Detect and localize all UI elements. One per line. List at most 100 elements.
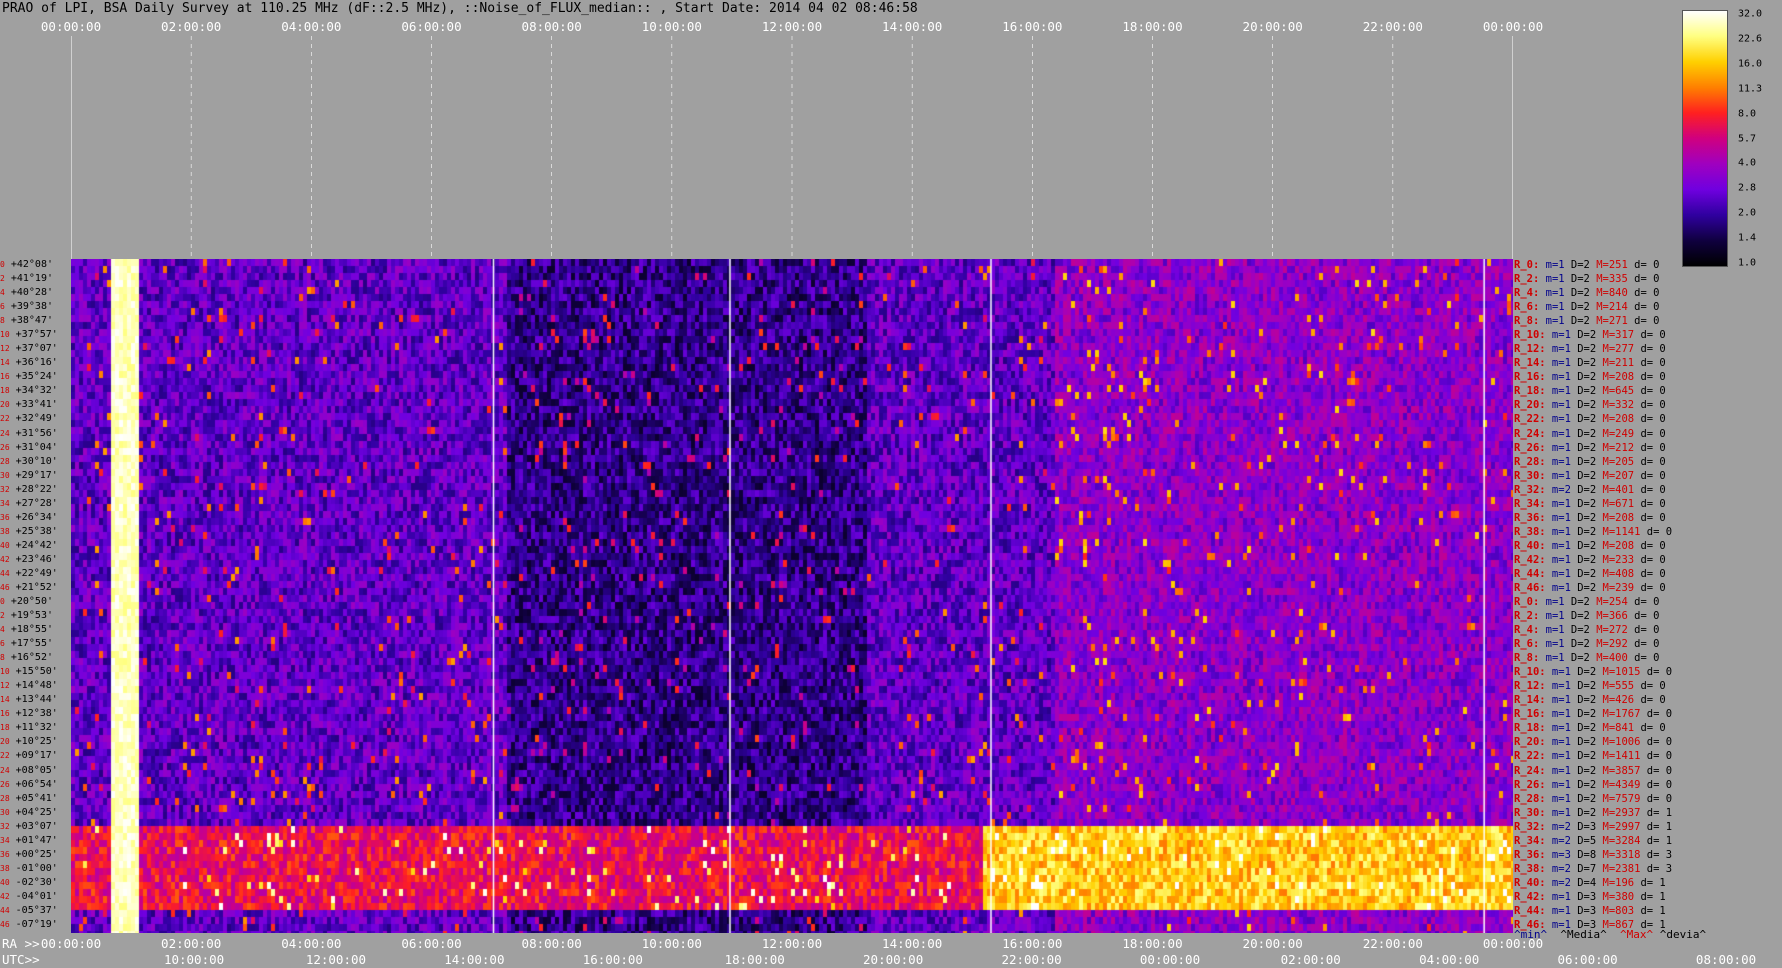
declination-label: 8 +16°52' — [0, 653, 71, 663]
row-max: M=211 — [1596, 357, 1635, 370]
row-deviation: d= 1 — [1640, 806, 1673, 819]
row-index: 30 — [0, 807, 10, 817]
row-min: m=1 — [1545, 357, 1571, 370]
row-deviation: d= 0 — [1634, 441, 1666, 454]
declination-value: +15°50' — [9, 666, 58, 678]
row-stats: R_16: m=1 D=2 M=1767 d= 0 — [1514, 709, 1672, 720]
row-stats: R_36: m=3 D=8 M=3318 d= 3 — [1514, 848, 1672, 861]
row-max: M=251 — [1589, 259, 1628, 271]
row-median: D=2 — [1570, 666, 1597, 679]
row-median: D=2 — [1570, 553, 1597, 566]
row-deviation: d= 0 — [1634, 371, 1666, 384]
row-deviation: d= 0 — [1634, 427, 1666, 440]
row-name: R_14: — [1514, 357, 1546, 370]
row-max: M=426 — [1596, 694, 1635, 707]
row-max: M=2937 — [1596, 806, 1641, 819]
row-name: R_46: — [1514, 581, 1546, 594]
row-min: m=1 — [1545, 343, 1571, 356]
declination-value: +16°52' — [4, 652, 53, 664]
row-stats: R_16: m=1 D=2 M=208 d= 0 — [1514, 372, 1666, 383]
row-stats: R_14: m=1 D=2 M=211 d= 0 — [1514, 358, 1666, 369]
row-deviation: d= 0 — [1627, 624, 1660, 637]
row-max: M=380 — [1596, 890, 1635, 903]
row-max: M=645 — [1596, 385, 1635, 398]
row-stats: R_32: m=2 D=2 M=401 d= 0 — [1514, 484, 1666, 496]
declination-label: 4 +40°28' — [0, 288, 71, 298]
row-max: M=233 — [1596, 553, 1635, 566]
declination-label: 42 +23°46' — [0, 554, 71, 565]
row-index: 26 — [0, 442, 10, 452]
row-deviation: d= 0 — [1640, 666, 1673, 679]
row-name: R_42: — [1514, 890, 1546, 903]
row-index: 12 — [0, 344, 10, 354]
legend-min: ^min^ — [1514, 928, 1548, 941]
row-min: m=1 — [1545, 806, 1571, 819]
row-deviation: d= 0 — [1634, 722, 1666, 735]
declination-value: +38°47' — [4, 315, 53, 327]
top-tick-label: 18:00:00 — [1122, 19, 1183, 34]
declination-value: +00°25' — [9, 848, 58, 860]
declination-value: +14°48' — [9, 680, 58, 692]
row-index: 18 — [0, 386, 10, 396]
row-deviation: d= 0 — [1640, 736, 1673, 749]
declination-label: 14 +13°44' — [0, 695, 71, 705]
ra-tick-label: 10:00:00 — [641, 936, 702, 951]
row-name: R_36: — [1514, 848, 1546, 861]
row-median: D=2 — [1570, 385, 1597, 398]
row-min: m=1 — [1545, 371, 1571, 384]
row-stats: R_26: m=1 D=2 M=212 d= 0 — [1514, 441, 1666, 454]
row-stats: R_36: m=1 D=2 M=208 d= 0 — [1514, 511, 1666, 524]
row-max: M=271 — [1589, 315, 1628, 328]
row-max: M=196 — [1596, 876, 1635, 889]
declination-value: -02°30' — [9, 876, 58, 888]
row-index: 36 — [0, 512, 10, 522]
chart-title: PRAO of LPI, BSA Daily Survey at 110.25 … — [2, 1, 918, 16]
row-stats: R_8: m=1 D=2 M=400 d= 0 — [1514, 653, 1659, 664]
row-min: m=2 — [1545, 876, 1571, 889]
top-tick-label: 20:00:00 — [1242, 19, 1303, 34]
declination-label: 38 +25°38' — [0, 525, 71, 537]
declination-value: -05°37' — [9, 904, 58, 916]
row-name: R_28: — [1514, 455, 1546, 468]
row-deviation: d= 0 — [1634, 567, 1666, 580]
row-index: 20 — [0, 400, 10, 410]
row-median: D=2 — [1570, 511, 1597, 524]
row-min: m=1 — [1545, 427, 1571, 440]
row-max: M=254 — [1589, 596, 1628, 608]
row-deviation: d= 1 — [1634, 904, 1666, 917]
row-max: M=3284 — [1596, 834, 1641, 847]
row-name: R_26: — [1514, 778, 1546, 791]
row-name: R_12: — [1514, 680, 1546, 693]
row-stats: R_2: m=1 D=2 M=366 d= 0 — [1514, 611, 1659, 622]
declination-value: +03°07' — [9, 820, 58, 832]
row-min: m=1 — [1539, 315, 1565, 328]
row-name: R_16: — [1514, 708, 1546, 721]
row-median: D=2 — [1570, 778, 1597, 791]
row-stats: R_12: m=1 D=2 M=555 d= 0 — [1514, 681, 1666, 692]
row-median: D=4 — [1570, 876, 1597, 889]
row-median: D=2 — [1570, 806, 1597, 819]
row-deviation: d= 0 — [1640, 778, 1673, 791]
legend-devia: ^devia^ — [1659, 928, 1707, 941]
row-min: m=1 — [1539, 301, 1565, 314]
row-name: R_16: — [1514, 371, 1546, 384]
declination-value: -04°01' — [9, 890, 58, 902]
utc-tick-label: 12:00:00 — [305, 952, 367, 967]
row-index: 32 — [0, 821, 10, 831]
row-deviation: d= 0 — [1640, 708, 1673, 721]
row-name: R_4: — [1514, 624, 1540, 637]
row-min: m=3 — [1545, 848, 1571, 861]
row-stats: R_38: m=1 D=2 M=1141 d= 0 — [1514, 526, 1672, 538]
top-tick-label: 00:00:00 — [1482, 19, 1544, 34]
row-min: m=1 — [1545, 399, 1571, 412]
declination-value: +25°38' — [9, 525, 58, 537]
row-min: m=1 — [1539, 596, 1565, 608]
row-median: D=2 — [1564, 301, 1590, 314]
declination-value: +40°28' — [4, 287, 53, 299]
row-min: m=1 — [1545, 750, 1571, 763]
row-name: R_36: — [1514, 511, 1546, 524]
row-deviation: d= 1 — [1634, 890, 1666, 903]
row-name: R_30: — [1514, 806, 1546, 819]
row-median: D=2 — [1570, 469, 1597, 482]
row-stats: R_44: m=1 D=3 M=803 d= 1 — [1514, 904, 1666, 917]
